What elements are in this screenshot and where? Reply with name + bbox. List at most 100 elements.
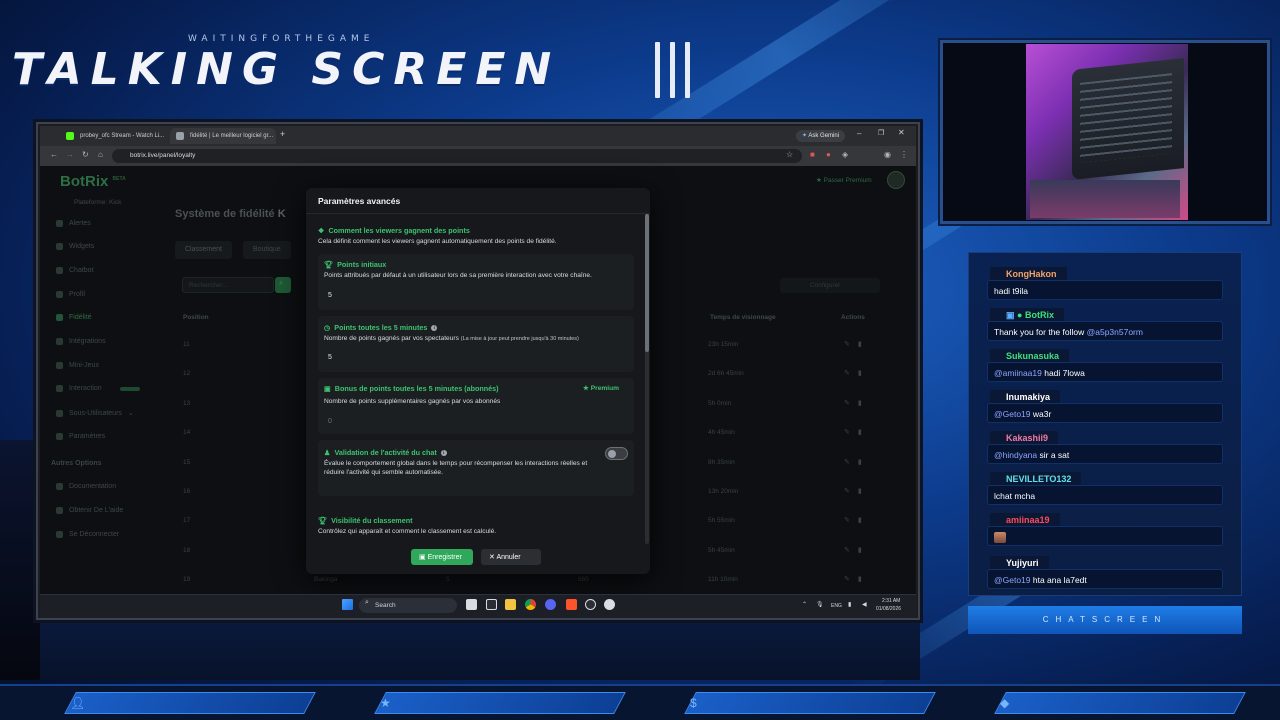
filter-select[interactable]: Configurer: [780, 278, 880, 293]
discord-icon[interactable]: [545, 599, 556, 610]
edit-icon[interactable]: ✎: [844, 547, 858, 554]
save-button[interactable]: ▣ Enregistrer: [411, 549, 473, 565]
clock-time[interactable]: 2:31 AM: [882, 598, 900, 604]
app-icon[interactable]: [604, 599, 615, 610]
reload-icon[interactable]: ↻: [82, 150, 89, 159]
app-icon[interactable]: [486, 599, 497, 610]
obs-icon[interactable]: [585, 599, 596, 610]
start-button[interactable]: [342, 599, 353, 610]
trash-icon[interactable]: ▮: [858, 576, 870, 583]
home-icon[interactable]: ⌂: [98, 150, 103, 159]
platform-label: Plateforme: Kick: [74, 199, 122, 206]
row-actions[interactable]: ✎▮: [844, 546, 870, 554]
trash-icon[interactable]: ▮: [858, 370, 870, 377]
title-bar-decoration: [655, 42, 660, 98]
search-input[interactable]: Rechercher...: [182, 277, 274, 293]
file-explorer-icon[interactable]: [505, 599, 516, 610]
edit-icon[interactable]: ✎: [844, 576, 858, 583]
trash-icon[interactable]: ▮: [858, 341, 870, 348]
sidebar-item-aide[interactable]: Obtenir De L'aide: [56, 507, 123, 514]
taskview-icon[interactable]: [466, 599, 477, 610]
row-actions[interactable]: ✎▮: [844, 458, 870, 466]
extension-icon[interactable]: ■: [810, 150, 815, 159]
info-icon[interactable]: i: [431, 324, 438, 331]
sidebar-item-interaction[interactable]: Interaction: [56, 385, 140, 392]
sidebar-item-profil[interactable]: Profil: [56, 291, 85, 298]
chrome-icon[interactable]: [525, 599, 536, 610]
row-actions[interactable]: ✎▮: [844, 340, 870, 348]
emote-image: [994, 532, 1006, 543]
close-window-button[interactable]: ✕: [898, 128, 905, 137]
language-indicator[interactable]: ENG: [831, 603, 842, 609]
tab-kick-stream[interactable]: probey_ofc Stream - Watch Li...: [60, 128, 168, 144]
tab-label: Classement: [185, 246, 222, 253]
botrix-icon: [176, 132, 184, 140]
network-icon[interactable]: ▮: [848, 601, 851, 608]
app-logo[interactable]: BotRix BETA: [60, 173, 126, 190]
trash-icon[interactable]: ▮: [858, 400, 870, 407]
tab-boutique[interactable]: Boutique: [243, 241, 291, 259]
forward-icon[interactable]: →: [66, 150, 74, 159]
table-row-watchtime: 5h 0min: [708, 400, 732, 407]
menu-kebab-icon[interactable]: ⋮: [900, 150, 908, 159]
sidebar-item-sous-utilisateurs[interactable]: Sous-Utilisateurs ⌄: [56, 409, 134, 417]
edit-icon[interactable]: ✎: [844, 341, 858, 348]
profile-icon[interactable]: ◉: [884, 150, 891, 159]
trash-icon[interactable]: ▮: [858, 429, 870, 436]
new-tab-button[interactable]: +: [280, 129, 285, 139]
taskbar-search[interactable]: Search: [359, 598, 457, 613]
edit-icon[interactable]: ✎: [844, 459, 858, 466]
row-actions[interactable]: ✎▮: [844, 575, 870, 583]
setting-title: ▣ Bonus de points toutes les 5 minutes (…: [324, 384, 499, 393]
sidebar-item-documentation[interactable]: Documentation: [56, 483, 116, 490]
cancel-button[interactable]: ✕ Annuler: [481, 549, 541, 565]
maximize-button[interactable]: ❐: [878, 129, 884, 137]
volume-icon[interactable]: ◀: [862, 601, 867, 608]
row-actions[interactable]: ✎▮: [844, 369, 870, 377]
sidebar-item-deconnecter[interactable]: Se Déconnecter: [56, 531, 119, 538]
trash-icon[interactable]: ▮: [858, 547, 870, 554]
sidebar-item-mini-jeux[interactable]: Mini-Jeux: [56, 362, 99, 369]
microphone-icon[interactable]: 🎙︎: [816, 601, 824, 608]
row-actions[interactable]: ✎▮: [844, 428, 870, 436]
points-5min-input[interactable]: 5: [322, 350, 628, 366]
minimize-button[interactable]: –: [857, 129, 861, 138]
initial-points-input[interactable]: 5: [322, 288, 628, 304]
table-row-watchtime: 4h 45min: [708, 429, 735, 436]
row-actions[interactable]: ✎▮: [844, 516, 870, 524]
row-actions[interactable]: ✎▮: [844, 399, 870, 407]
ask-gemini-button[interactable]: ✦ Ask Gemini: [796, 130, 846, 142]
clock-date[interactable]: 01/08/2026: [876, 606, 901, 612]
edit-icon[interactable]: ✎: [844, 429, 858, 436]
bookmark-star-icon[interactable]: ☆: [786, 150, 793, 159]
tray-chevron-icon[interactable]: ⌃: [802, 601, 807, 608]
edit-icon[interactable]: ✎: [844, 488, 858, 495]
trash-icon[interactable]: ▮: [858, 517, 870, 524]
edit-icon[interactable]: ✎: [844, 400, 858, 407]
premium-link[interactable]: ★ Passer Premium: [816, 176, 872, 184]
bonus-subs-input[interactable]: 0: [322, 414, 628, 430]
info-icon[interactable]: i: [440, 449, 447, 456]
trash-icon[interactable]: ▮: [858, 459, 870, 466]
brave-icon[interactable]: [566, 599, 577, 610]
edit-icon[interactable]: ✎: [844, 517, 858, 524]
extension-icon[interactable]: ●: [826, 150, 831, 159]
modal-scrollbar-thumb[interactable]: [645, 214, 649, 352]
tab-classement[interactable]: Classement: [175, 241, 232, 259]
user-avatar[interactable]: [887, 171, 905, 189]
url-field[interactable]: botrix.live/panel/loyalty: [112, 149, 802, 163]
sidebar-item-alertes[interactable]: Alertes: [56, 220, 91, 227]
back-icon[interactable]: ←: [50, 150, 58, 159]
tab-botrix-loyalty[interactable]: fidélité | Le meilleur logiciel gr...: [170, 128, 276, 144]
sidebar-item-fidelite[interactable]: Fidélité: [56, 314, 92, 321]
search-button[interactable]: ⌕: [275, 277, 291, 293]
sidebar-item-widgets[interactable]: Widgets: [56, 243, 94, 250]
trash-icon[interactable]: ▮: [858, 488, 870, 495]
sidebar-item-parametres[interactable]: Paramètres: [56, 433, 105, 440]
interaction-icon: [56, 385, 63, 392]
sidebar-item-integrations[interactable]: Intégrations: [56, 338, 106, 345]
extensions-puzzle-icon[interactable]: ◈: [842, 150, 848, 159]
edit-icon[interactable]: ✎: [844, 370, 858, 377]
sidebar-item-chatbot[interactable]: Chatbot: [56, 267, 94, 274]
row-actions[interactable]: ✎▮: [844, 487, 870, 495]
